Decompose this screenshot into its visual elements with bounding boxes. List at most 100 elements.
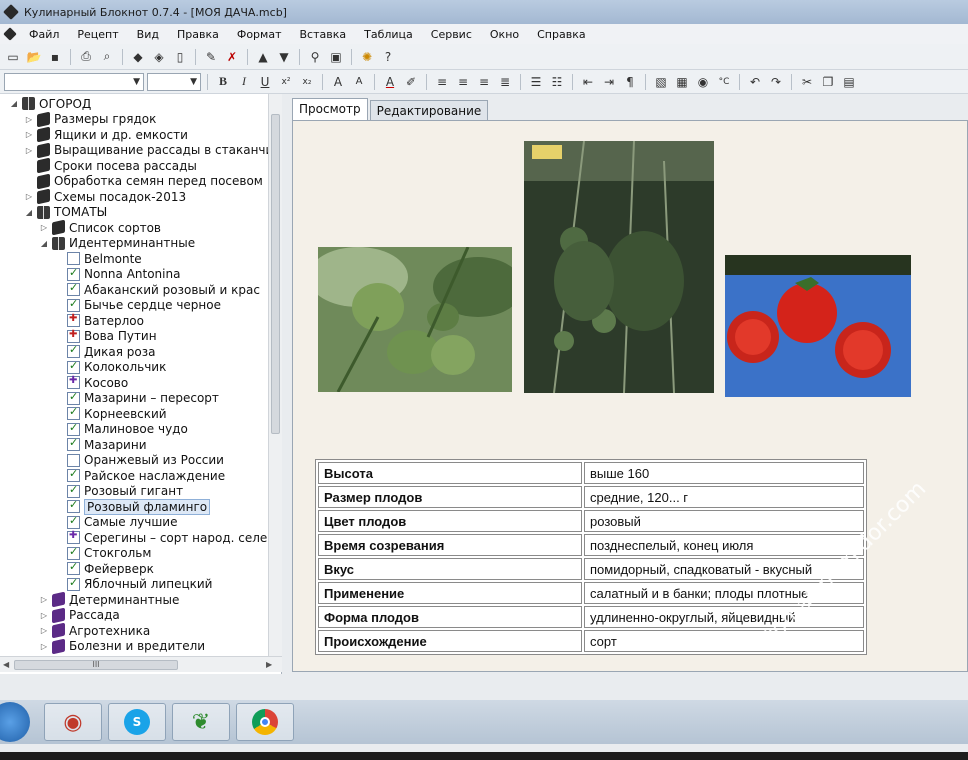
menu-insert[interactable]: Вставка: [290, 28, 355, 41]
cut-icon[interactable]: ✂: [798, 73, 816, 91]
expand-arrow-icon[interactable]: ▷: [25, 115, 33, 124]
tree-item[interactable]: Малиновое чудо: [55, 421, 188, 437]
tree-item[interactable]: ▷ Рассада: [40, 607, 120, 623]
open-folder-icon[interactable]: 📂: [25, 48, 43, 66]
expand-arrow-icon[interactable]: ▷: [40, 642, 48, 651]
taskbar-eye-app[interactable]: ◉: [44, 703, 102, 741]
expand-arrow-icon[interactable]: ▷: [40, 626, 48, 635]
tree-item[interactable]: ▷ Детерминантные: [40, 591, 179, 608]
edit-icon[interactable]: ✎: [202, 48, 220, 66]
page-icon[interactable]: ▯: [171, 48, 189, 66]
settings-icon[interactable]: ✺: [358, 48, 376, 66]
scroll-right-arrow-icon[interactable]: ▶: [266, 660, 272, 669]
menu-window[interactable]: Окно: [481, 28, 528, 41]
tree-item[interactable]: ◢ Идентерминантные: [40, 236, 195, 251]
find-icon[interactable]: ⚲: [306, 48, 324, 66]
numbered-list-icon[interactable]: ☷: [548, 73, 566, 91]
tree-item[interactable]: Belmonte: [55, 251, 142, 266]
align-left-icon[interactable]: ≡: [433, 73, 451, 91]
tree-item[interactable]: ◢ ТОМАТЫ: [25, 205, 107, 220]
outdent-icon[interactable]: ⇤: [579, 73, 597, 91]
shrink-font-icon[interactable]: A: [350, 73, 368, 91]
tree-item[interactable]: ▷ Выращивание рассады в стаканчи: [25, 142, 273, 158]
italic-icon[interactable]: I: [235, 73, 253, 91]
tree-item[interactable]: ▷ Список сортов: [40, 219, 161, 236]
delete-icon[interactable]: ✗: [223, 48, 241, 66]
tree-item[interactable]: Самые лучшие: [55, 514, 177, 530]
tree-item[interactable]: Nonna Antonina: [55, 266, 180, 282]
tree-item[interactable]: Яблочный липецкий: [55, 576, 212, 592]
expand-arrow-icon[interactable]: ◢: [10, 99, 18, 108]
start-button-icon[interactable]: [0, 702, 30, 742]
menu-file[interactable]: Файл: [20, 28, 68, 41]
tree-hscroll-thumb[interactable]: III: [14, 660, 178, 670]
help-icon[interactable]: ?: [379, 48, 397, 66]
web-icon[interactable]: ◉: [694, 73, 712, 91]
insert-image-icon[interactable]: ▧: [652, 73, 670, 91]
taskbar-chrome[interactable]: [236, 703, 294, 741]
expand-arrow-icon[interactable]: ▷: [25, 146, 33, 155]
temperature-icon[interactable]: °C: [715, 73, 733, 91]
tree-item[interactable]: Оранжевый из России: [55, 453, 224, 468]
expand-arrow-icon[interactable]: ▷: [40, 595, 48, 604]
tree-item[interactable]: Вова Путин: [55, 329, 157, 344]
new-document-icon[interactable]: ▭: [4, 48, 22, 66]
recipe-tree[interactable]: ◢ ОГОРОД ▷ Размеры грядок ▷ Ящики и др. емкос…: [0, 94, 282, 674]
tree-item[interactable]: Обработка семян перед посевом: [25, 173, 263, 189]
tree-item[interactable]: Абаканский розовый и крас: [55, 281, 260, 297]
expand-arrow-icon[interactable]: ◢: [25, 208, 33, 217]
move-down-icon[interactable]: ▼: [275, 48, 293, 66]
tree-item[interactable]: ▷ Схемы посадок-2013: [25, 188, 186, 205]
tree-item[interactable]: Райское наслаждение: [55, 467, 225, 483]
open-book-icon[interactable]: ◈: [150, 48, 168, 66]
align-center-icon[interactable]: ≡: [454, 73, 472, 91]
paste-icon[interactable]: ▤: [840, 73, 858, 91]
align-right-icon[interactable]: ≡: [475, 73, 493, 91]
menu-help[interactable]: Справка: [528, 28, 594, 41]
tree-item[interactable]: Ватерлоо: [55, 313, 144, 328]
font-color-icon[interactable]: A: [381, 73, 399, 91]
preview-icon[interactable]: ⌕: [98, 48, 116, 66]
menu-format[interactable]: Формат: [228, 28, 291, 41]
expand-arrow-icon[interactable]: ◢: [40, 239, 48, 248]
tree-item[interactable]: Колокольчик: [55, 359, 166, 375]
indent-icon[interactable]: ⇥: [600, 73, 618, 91]
tree-horizontal-scrollbar[interactable]: ◀ III ▶: [0, 656, 282, 672]
tree-item[interactable]: Мазарини: [55, 436, 147, 452]
menu-table[interactable]: Таблица: [355, 28, 422, 41]
paragraph-icon[interactable]: ¶: [621, 73, 639, 91]
tree-vertical-scrollbar[interactable]: [268, 94, 282, 656]
tree-item[interactable]: Бычье сердце черное: [55, 297, 221, 313]
move-up-icon[interactable]: ▲: [254, 48, 272, 66]
image-icon[interactable]: ▣: [327, 48, 345, 66]
tree-scroll-thumb[interactable]: [271, 114, 280, 434]
menu-app-icon[interactable]: [3, 27, 17, 41]
menu-edit[interactable]: Правка: [168, 28, 228, 41]
scroll-left-arrow-icon[interactable]: ◀: [3, 660, 9, 669]
expand-arrow-icon[interactable]: ▷: [25, 130, 33, 139]
recipe-content[interactable]: Высота выше 160 Размер плодов средние, 120.…: [292, 120, 968, 672]
menu-view[interactable]: Вид: [128, 28, 168, 41]
tab-edit[interactable]: Редактирование: [369, 100, 489, 120]
expand-arrow-icon[interactable]: ▷: [40, 223, 48, 232]
tree-item[interactable]: Дикая роза: [55, 343, 156, 359]
tree-item[interactable]: Корнеевский: [55, 405, 167, 421]
highlight-icon[interactable]: ✐: [402, 73, 420, 91]
redo-icon[interactable]: ↷: [767, 73, 785, 91]
bold-icon[interactable]: B: [214, 73, 232, 91]
font-name-combo[interactable]: ▼: [4, 72, 144, 91]
tree-item[interactable]: ◢ ОГОРОД: [10, 96, 91, 111]
tree-item[interactable]: ▷ Размеры грядок: [25, 111, 156, 127]
expand-arrow-icon[interactable]: ▷: [40, 611, 48, 620]
tree-item[interactable]: Мазарини – пересорт: [55, 390, 219, 406]
tree-item[interactable]: ▷ Агротехника: [40, 622, 150, 639]
menu-recipe[interactable]: Рецепт: [68, 28, 127, 41]
tree-item[interactable]: Косово: [55, 375, 128, 390]
tree-item[interactable]: Серегины – сорт народ. селе: [55, 530, 267, 545]
copy-icon[interactable]: ❐: [819, 73, 837, 91]
taskbar-lettuce-app[interactable]: ❦: [172, 703, 230, 741]
taskbar-skype[interactable]: S: [108, 703, 166, 741]
font-size-combo[interactable]: ▼: [147, 72, 201, 91]
superscript-icon[interactable]: x²: [277, 73, 295, 91]
tree-item[interactable]: Сроки посева рассады: [25, 157, 197, 174]
